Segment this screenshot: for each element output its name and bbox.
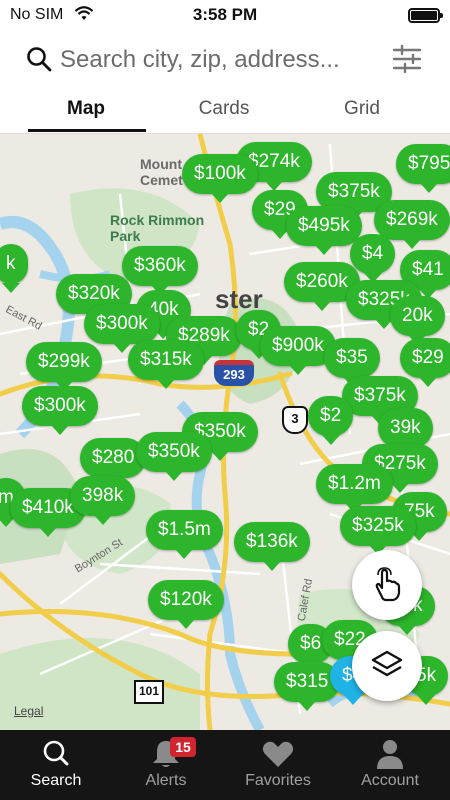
price-pin[interactable]: $269k: [374, 200, 450, 249]
search-input[interactable]: [60, 40, 380, 80]
status-bar: No SIM 3:58 PM: [0, 0, 450, 32]
nav-alerts[interactable]: 15 Alerts: [110, 730, 222, 800]
battery-icon: [408, 8, 443, 23]
price-pin[interactable]: $325k: [340, 506, 416, 555]
interstate-293-shield: 293: [214, 360, 254, 386]
price-pin[interactable]: $300k: [22, 386, 98, 435]
tab-map[interactable]: Map: [26, 98, 146, 120]
price-pin[interactable]: $315k: [128, 340, 204, 389]
nav-account[interactable]: Account: [334, 730, 446, 800]
price-pin[interactable]: 398k: [70, 476, 136, 525]
active-tab-indicator: [28, 129, 146, 132]
route-3-shield: 3: [282, 406, 308, 434]
price-pin[interactable]: $120k: [148, 580, 224, 629]
hand-pointer-icon: [375, 567, 401, 602]
heart-icon: [262, 741, 294, 767]
nav-account-label: Account: [361, 772, 419, 789]
search-icon: [43, 740, 69, 766]
nav-favorites-label: Favorites: [245, 772, 311, 789]
price-pin[interactable]: $100k: [182, 154, 258, 203]
filter-sliders-icon[interactable]: [392, 44, 422, 74]
rock-rimmon-park-label: Rock Rimmon Park: [110, 212, 205, 244]
nav-search-label: Search: [30, 772, 82, 789]
price-pin[interactable]: $1.2m: [316, 464, 393, 513]
price-pin[interactable]: 39k: [378, 408, 433, 457]
tab-cards[interactable]: Cards: [164, 98, 284, 120]
draw-search-button[interactable]: [352, 550, 422, 620]
person-icon: [377, 740, 403, 769]
nav-search[interactable]: Search: [0, 730, 112, 800]
price-pin[interactable]: $350k: [136, 432, 212, 481]
price-pin[interactable]: 20k: [390, 296, 445, 345]
price-pin[interactable]: $4: [350, 234, 396, 283]
price-pin[interactable]: $136k: [234, 522, 310, 571]
price-pin[interactable]: $495k: [286, 206, 362, 255]
price-pin[interactable]: k: [0, 244, 28, 293]
price-pin[interactable]: $2: [308, 396, 354, 445]
price-pin[interactable]: $300k: [84, 304, 160, 353]
nav-alerts-label: Alerts: [145, 772, 187, 789]
map-layers-button[interactable]: [352, 631, 422, 701]
route-101-shield: 101: [134, 680, 164, 704]
price-pin[interactable]: $35: [324, 338, 380, 387]
search-bar: [0, 36, 450, 84]
tab-grid[interactable]: Grid: [302, 98, 422, 120]
view-tabs: Map Cards Grid: [0, 90, 450, 134]
clock: 3:58 PM: [192, 5, 258, 24]
mount-cemetery-label: Mount Cemet: [140, 156, 183, 188]
price-pin[interactable]: $1.5m: [146, 510, 223, 559]
price-pin[interactable]: $360k: [122, 246, 198, 295]
price-pin[interactable]: $795: [396, 144, 450, 193]
price-pin[interactable]: $299k: [26, 342, 102, 391]
alerts-badge: 15: [170, 737, 196, 757]
bottom-navigation: Search 15 Alerts Favorites Account: [0, 730, 450, 800]
map-view[interactable]: Mount Cemet Rock Rimmon Park ster East Rd …: [0, 134, 450, 730]
search-icon: [27, 47, 52, 72]
nav-favorites[interactable]: Favorites: [222, 730, 334, 800]
legal-link[interactable]: Legal: [14, 704, 43, 718]
price-pin[interactable]: $29: [400, 338, 450, 387]
layers-icon: [371, 650, 403, 677]
